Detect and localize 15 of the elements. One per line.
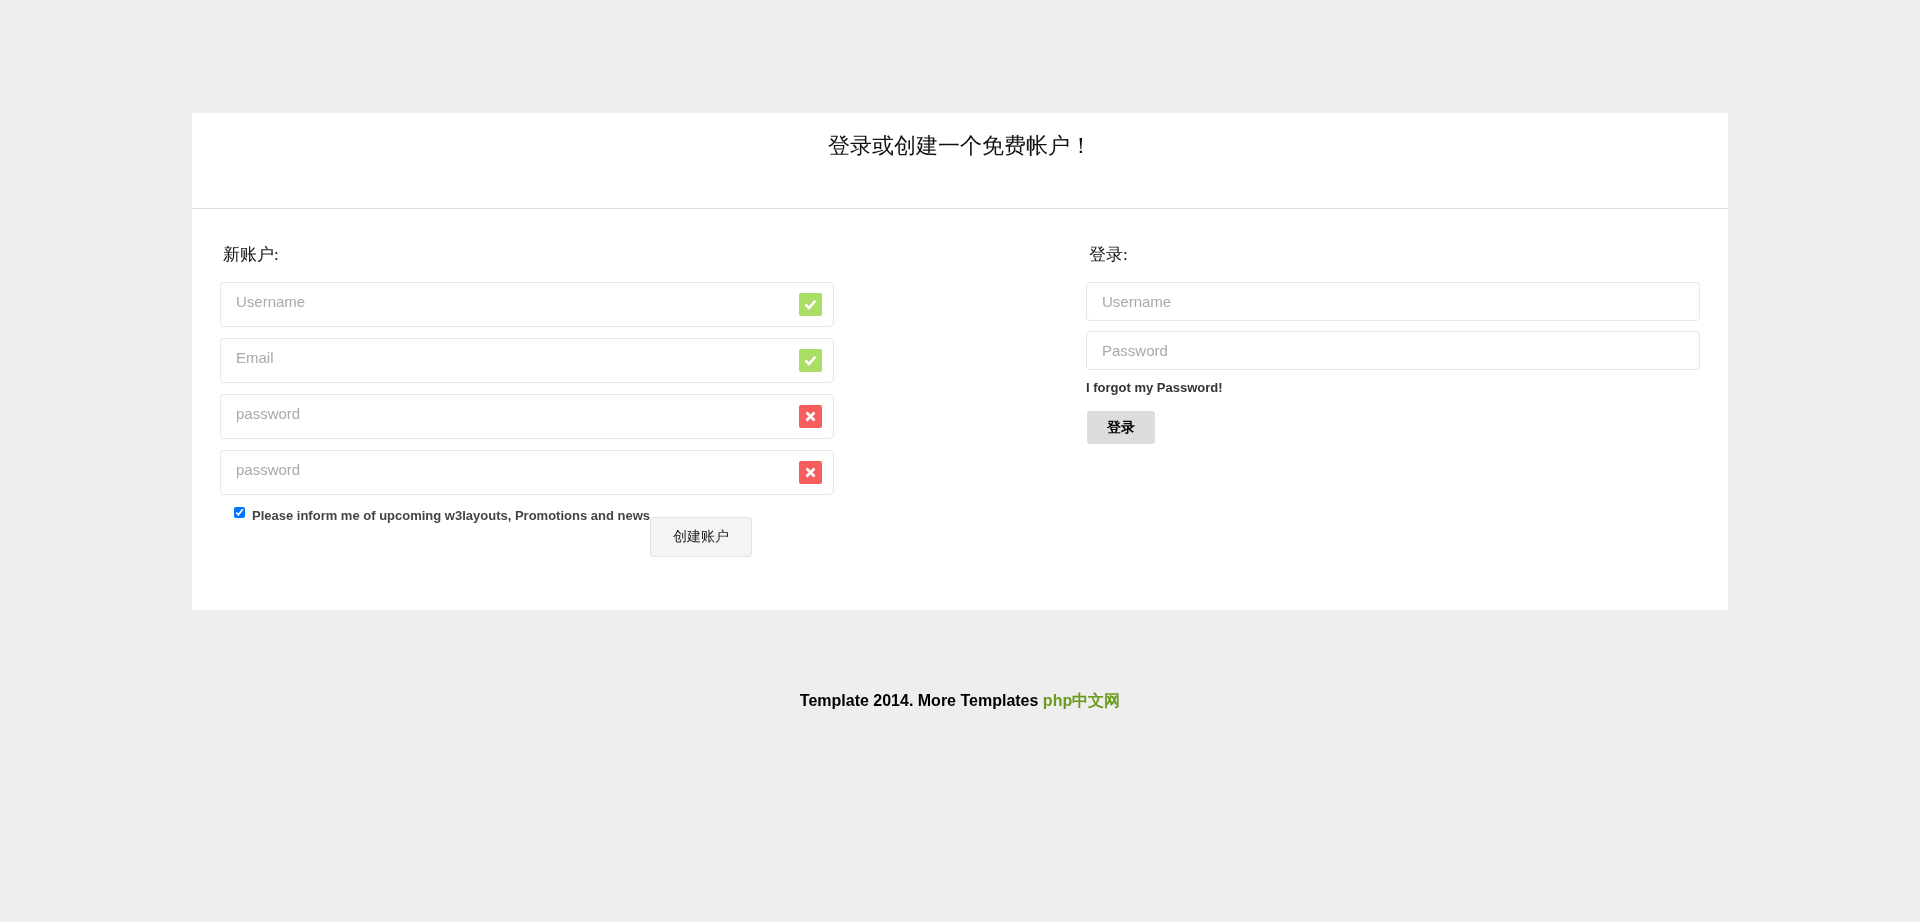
newsletter-label: Please inform me of upcoming w3layouts, Promotions and news <box>252 508 651 523</box>
section-heading: 登录: <box>1089 244 1128 266</box>
input-field[interactable]: Email <box>220 338 834 383</box>
input-field[interactable]: password <box>220 450 834 495</box>
login-button[interactable]: 登录 <box>1087 411 1155 444</box>
create-account-button[interactable]: 创建账户 <box>650 517 753 557</box>
forgot-password-link[interactable]: I forgot my Password! <box>1086 380 1223 395</box>
input-field[interactable]: password <box>220 394 834 439</box>
section-heading: 新账户: <box>223 244 279 266</box>
page-title: 登录或创建一个免费帐户！ <box>828 132 1092 160</box>
input-field[interactable]: Username <box>1086 282 1700 321</box>
newsletter-checkbox[interactable] <box>234 507 245 518</box>
input-field[interactable]: Password <box>1086 331 1700 370</box>
footer-text: Template 2014. More Templates php中文网 <box>799 691 1121 711</box>
input-field[interactable]: Username <box>220 282 834 327</box>
